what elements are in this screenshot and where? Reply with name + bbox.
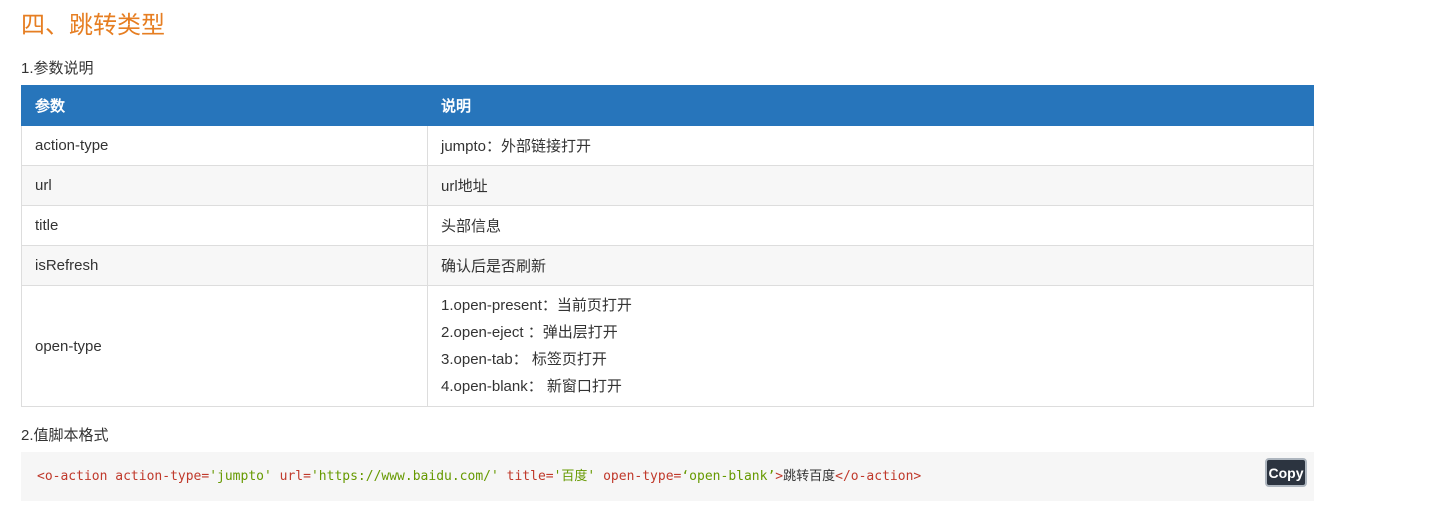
desc-line: 4.open-blank： 新窗口打开 — [441, 378, 622, 395]
code-attr-value: 'https://www.baidu.com/' — [310, 469, 499, 484]
table-header-row: 参数 说明 — [21, 85, 1314, 126]
table-row: open-type 1.open-present：当前页打开 2.open-ej… — [21, 285, 1314, 407]
desc-cell: 确认后是否刷新 — [427, 245, 1314, 286]
section-title: 四、跳转类型 — [21, 12, 165, 39]
desc-line: 2.open-eject ：弹出层打开 — [441, 324, 618, 341]
param-cell: isRefresh — [21, 245, 428, 286]
code-attr-name: open-type= — [595, 469, 682, 484]
desc-cell: jumpto：外部链接打开 — [427, 125, 1314, 166]
desc-line: 1.open-present：当前页打开 — [441, 297, 632, 314]
script-subtitle: 2.值脚本格式 — [21, 427, 109, 444]
code-attr-value: 'jumpto' — [209, 469, 272, 484]
copy-button[interactable]: Copy — [1265, 458, 1307, 487]
params-table: 参数 说明 action-type jumpto：外部链接打开 url url地… — [21, 85, 1314, 407]
table-row: isRefresh 确认后是否刷新 — [21, 245, 1314, 286]
params-subtitle: 1.参数说明 — [21, 60, 94, 77]
code-line: <o-action action-type='jumpto' url='http… — [37, 468, 921, 486]
desc-cell: 1.open-present：当前页打开 2.open-eject ：弹出层打开… — [427, 285, 1314, 407]
code-attr-name: url= — [271, 469, 311, 484]
table-row: action-type jumpto：外部链接打开 — [21, 125, 1314, 166]
desc-line: 3.open-tab： 标签页打开 — [441, 351, 607, 368]
desc-cell: url地址 — [427, 165, 1314, 206]
param-cell: action-type — [21, 125, 428, 166]
code-block: <o-action action-type='jumpto' url='http… — [21, 452, 1314, 501]
header-desc: 说明 — [427, 85, 1314, 126]
code-attr-name: title= — [498, 469, 554, 484]
code-close-tag: </o-action> — [835, 469, 922, 484]
code-open-tag: <o-action — [37, 469, 108, 484]
table-row: title 头部信息 — [21, 205, 1314, 246]
param-cell: open-type — [21, 285, 428, 407]
header-param: 参数 — [21, 85, 428, 126]
desc-cell: 头部信息 — [427, 205, 1314, 246]
code-open-tag-end: > — [775, 469, 784, 484]
table-row: url url地址 — [21, 165, 1314, 206]
param-cell: url — [21, 165, 428, 206]
code-attr-value: ‘open-blank’ — [681, 469, 776, 484]
param-cell: title — [21, 205, 428, 246]
code-attr-value: '百度' — [553, 469, 596, 484]
code-attr-name: action-type= — [107, 469, 210, 484]
code-text: 跳转百度 — [783, 469, 836, 484]
